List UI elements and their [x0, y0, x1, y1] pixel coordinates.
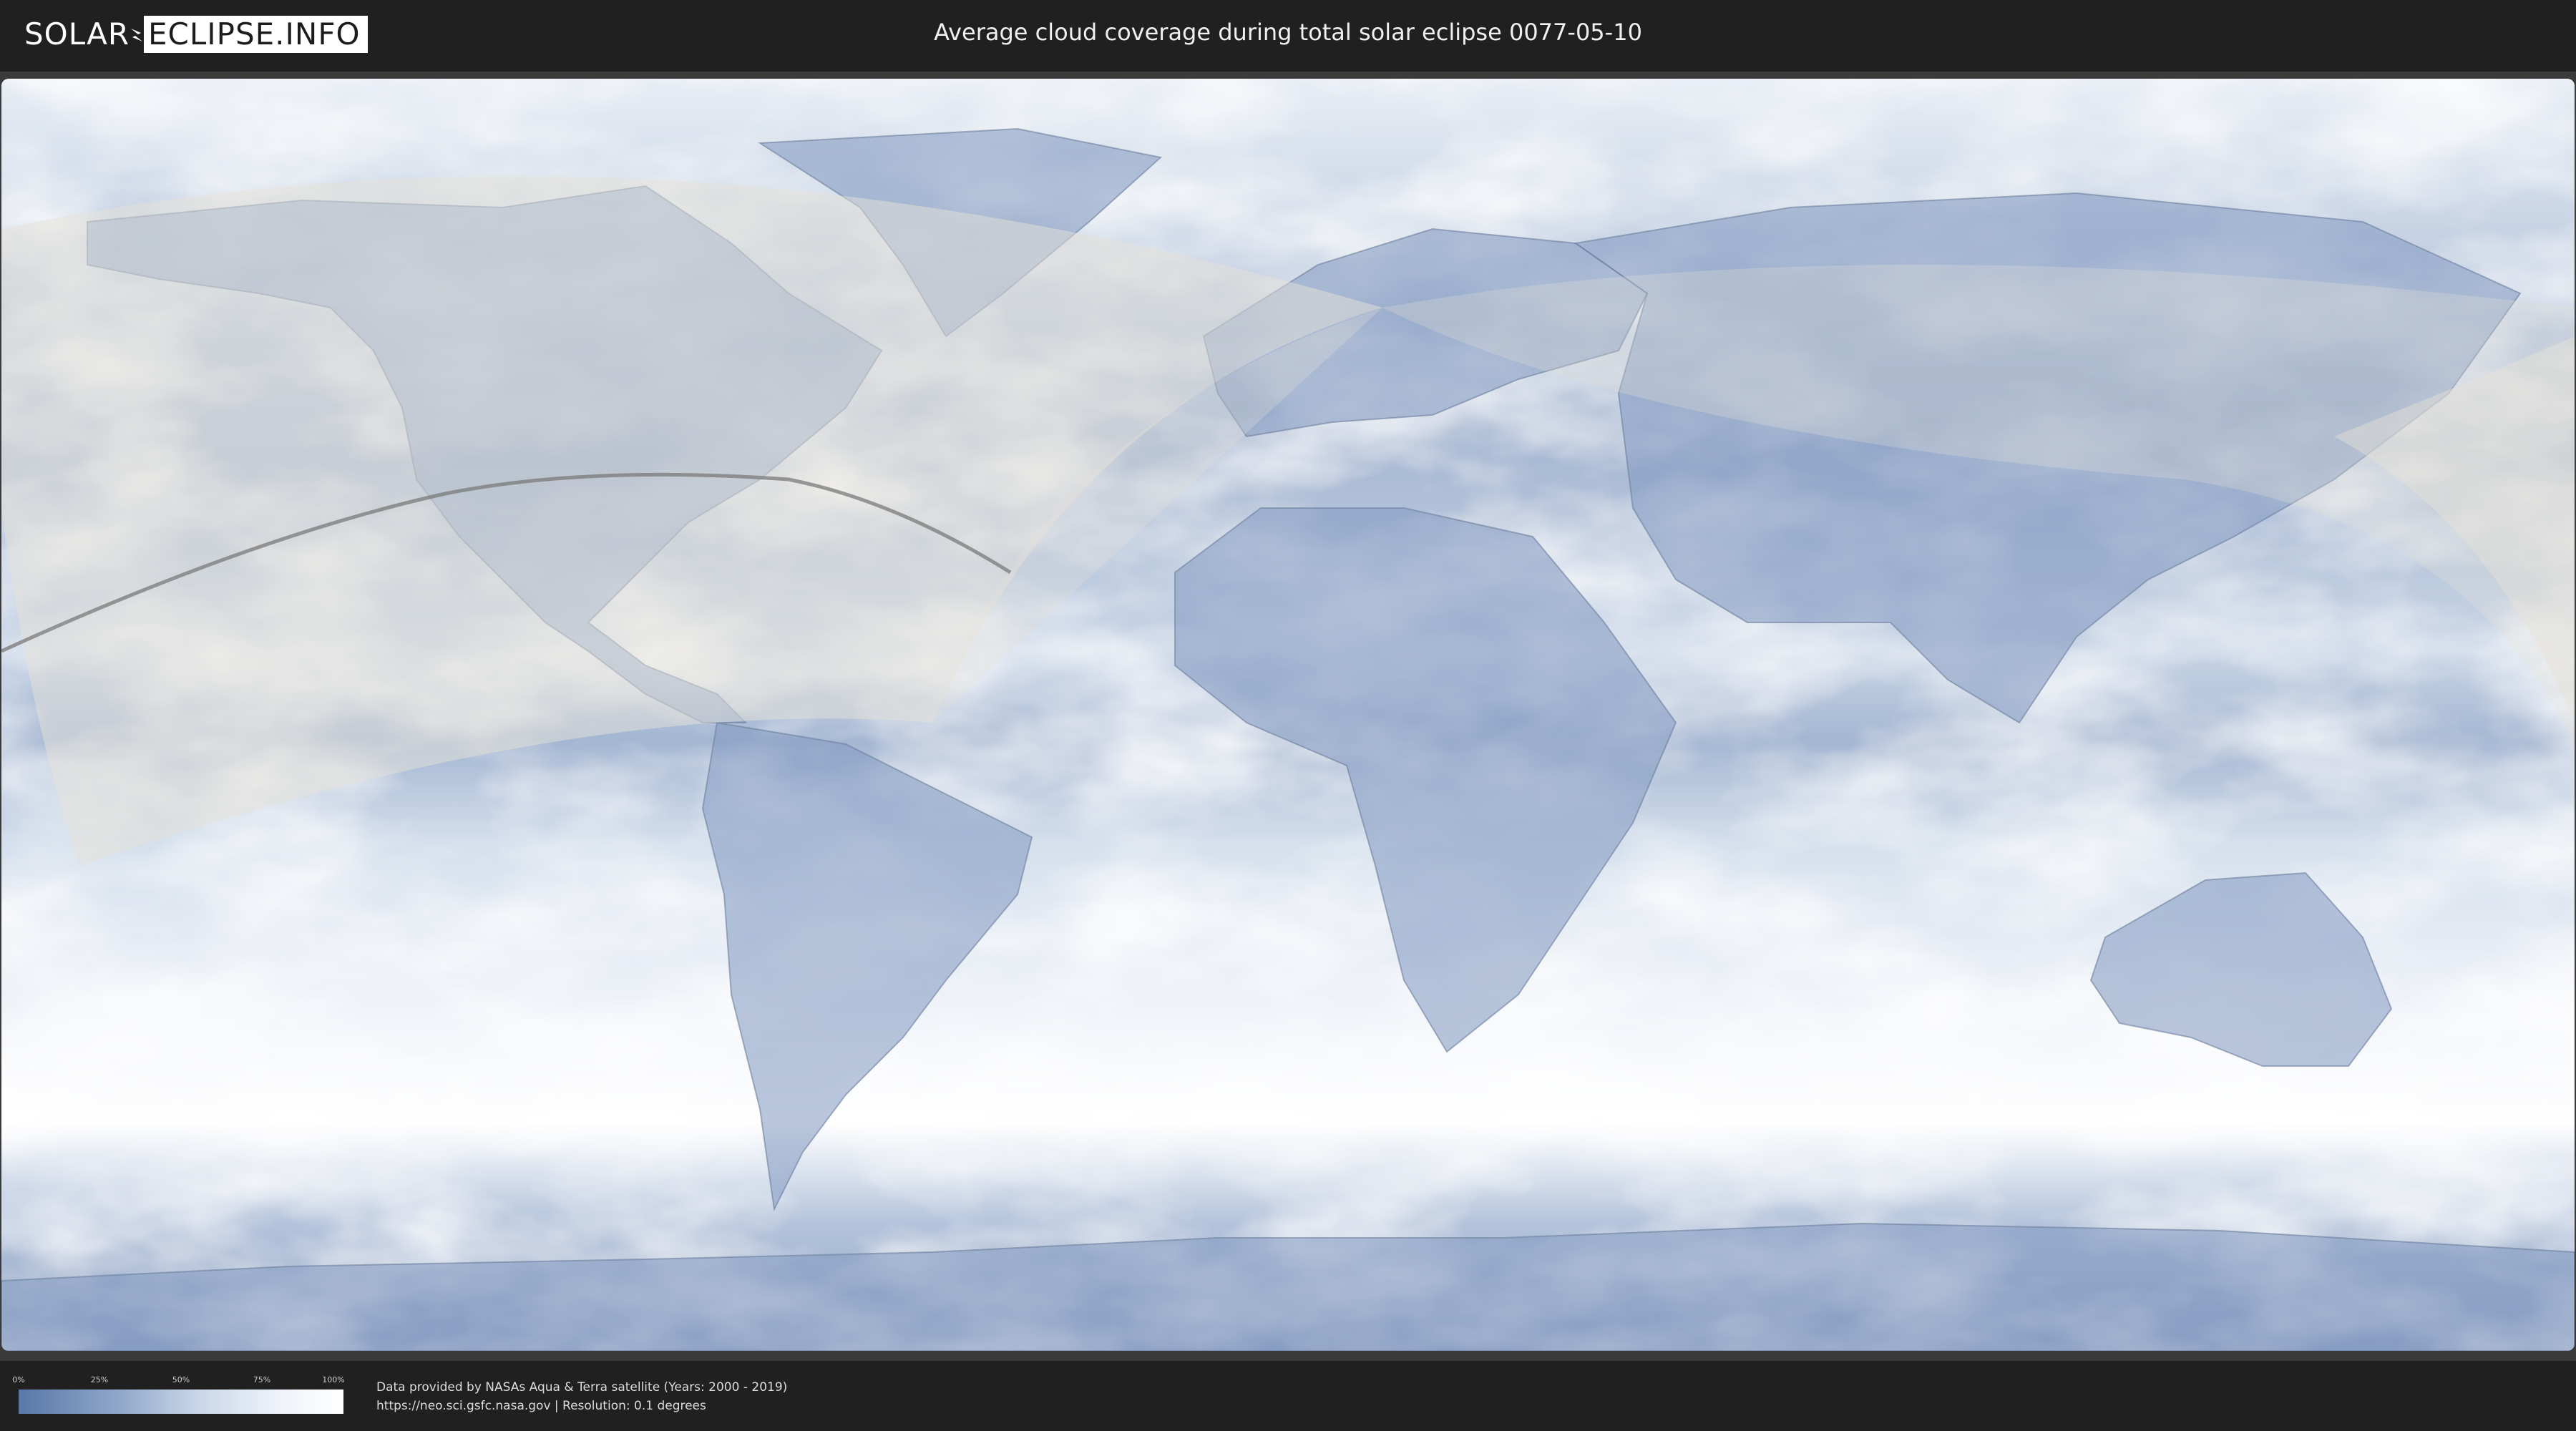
cloud-coverage-map[interactable] — [1, 79, 2575, 1351]
legend-tick-0: 0% — [12, 1375, 25, 1384]
data-credits: Data provided by NASAs Aqua & Terra sate… — [376, 1378, 787, 1415]
page-title: Average cloud coverage during total sola… — [934, 19, 1642, 46]
credits-line-1: Data provided by NASAs Aqua & Terra sate… — [376, 1380, 788, 1395]
legend-tick-75: 75% — [253, 1375, 271, 1384]
legend-ticks: 0% 25% 50% 75% 100% — [12, 1375, 345, 1387]
cloud-coverage-legend-bar — [19, 1390, 343, 1414]
legend-tick-50: 50% — [172, 1375, 190, 1384]
legend-tick-100: 100% — [322, 1375, 345, 1384]
map-frame — [0, 72, 2576, 1361]
legend-tick-25: 25% — [90, 1375, 109, 1384]
credits-line-2[interactable]: https://neo.sci.gsfc.nasa.gov | Resoluti… — [376, 1397, 787, 1415]
header-bar: SOLAR ECLIPSE.INFO Average cloud coverag… — [0, 0, 2576, 72]
